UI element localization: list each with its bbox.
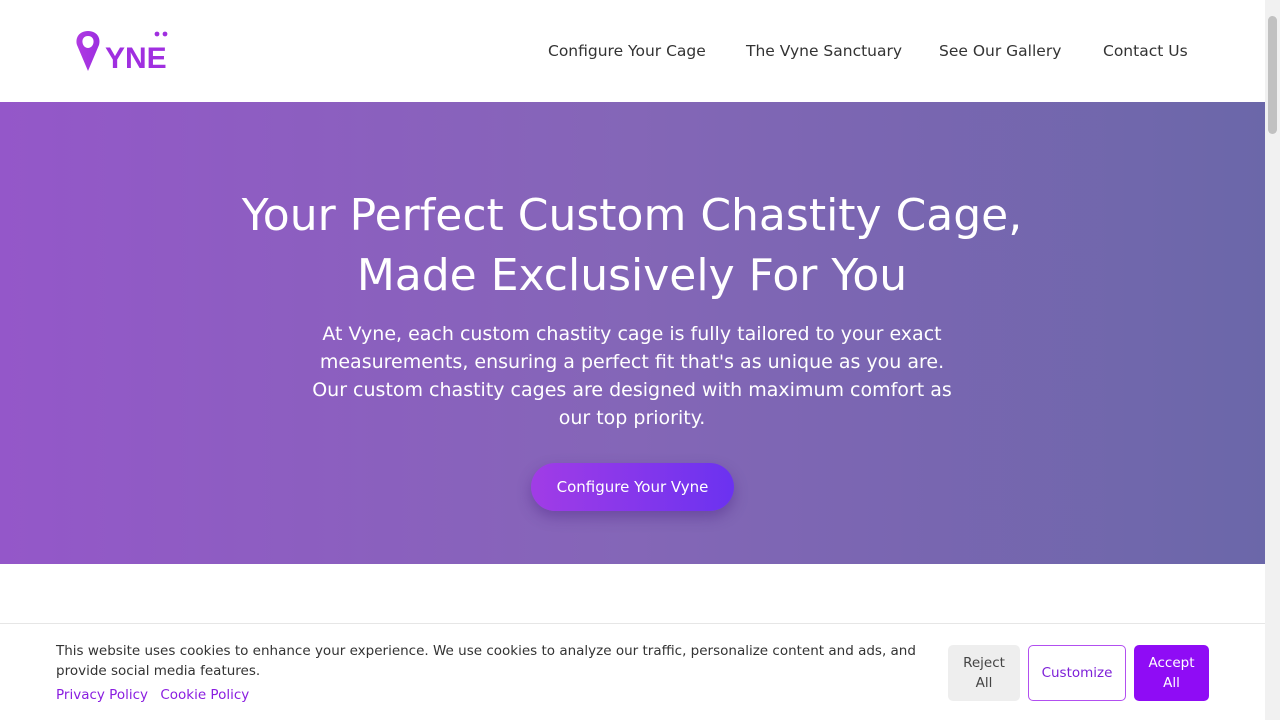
nav-vyne-sanctuary[interactable]: The Vyne Sanctuary: [746, 40, 902, 62]
hero-title: Your Perfect Custom Chastity Cage, Made …: [132, 186, 1132, 306]
customize-button[interactable]: Customize: [1028, 645, 1126, 701]
accept-label-line1: Accept: [1148, 655, 1195, 671]
accept-label-line2: All: [1163, 675, 1180, 691]
nav-contact-us[interactable]: Contact Us: [1103, 40, 1188, 62]
cookie-links: Privacy Policy Cookie Policy: [56, 685, 257, 705]
nav-configure-your-cage[interactable]: Configure Your Cage: [548, 40, 706, 62]
cookie-policy-link[interactable]: Cookie Policy: [160, 687, 249, 703]
cookie-banner: This website uses cookies to enhance you…: [0, 623, 1265, 720]
configure-your-vyne-button[interactable]: Configure Your Vyne: [531, 463, 734, 511]
reject-all-button[interactable]: Reject All: [948, 645, 1020, 701]
scrollbar-thumb[interactable]: [1268, 16, 1277, 134]
accept-all-button[interactable]: Accept All: [1134, 645, 1209, 701]
page: YNE Configure Your Cage The Vyne Sanctua…: [0, 0, 1265, 720]
main-nav: Configure Your Cage The Vyne Sanctuary S…: [0, 40, 1265, 62]
hero-subtitle: At Vyne, each custom chastity cage is fu…: [312, 323, 952, 429]
site-header: YNE Configure Your Cage The Vyne Sanctua…: [0, 0, 1265, 102]
nav-see-our-gallery[interactable]: See Our Gallery: [939, 40, 1061, 62]
privacy-policy-link[interactable]: Privacy Policy: [56, 687, 148, 703]
hero-title-line1: Your Perfect Custom Chastity Cage,: [241, 190, 1023, 241]
reject-label-line1: Reject: [963, 655, 1005, 671]
cookie-message: This website uses cookies to enhance you…: [56, 643, 916, 679]
hero-section: Your Perfect Custom Chastity Cage, Made …: [0, 102, 1265, 564]
reject-label-line2: All: [975, 675, 993, 691]
page-scrollbar[interactable]: [1265, 0, 1280, 720]
hero-title-line2: Made Exclusively For You: [356, 250, 908, 301]
